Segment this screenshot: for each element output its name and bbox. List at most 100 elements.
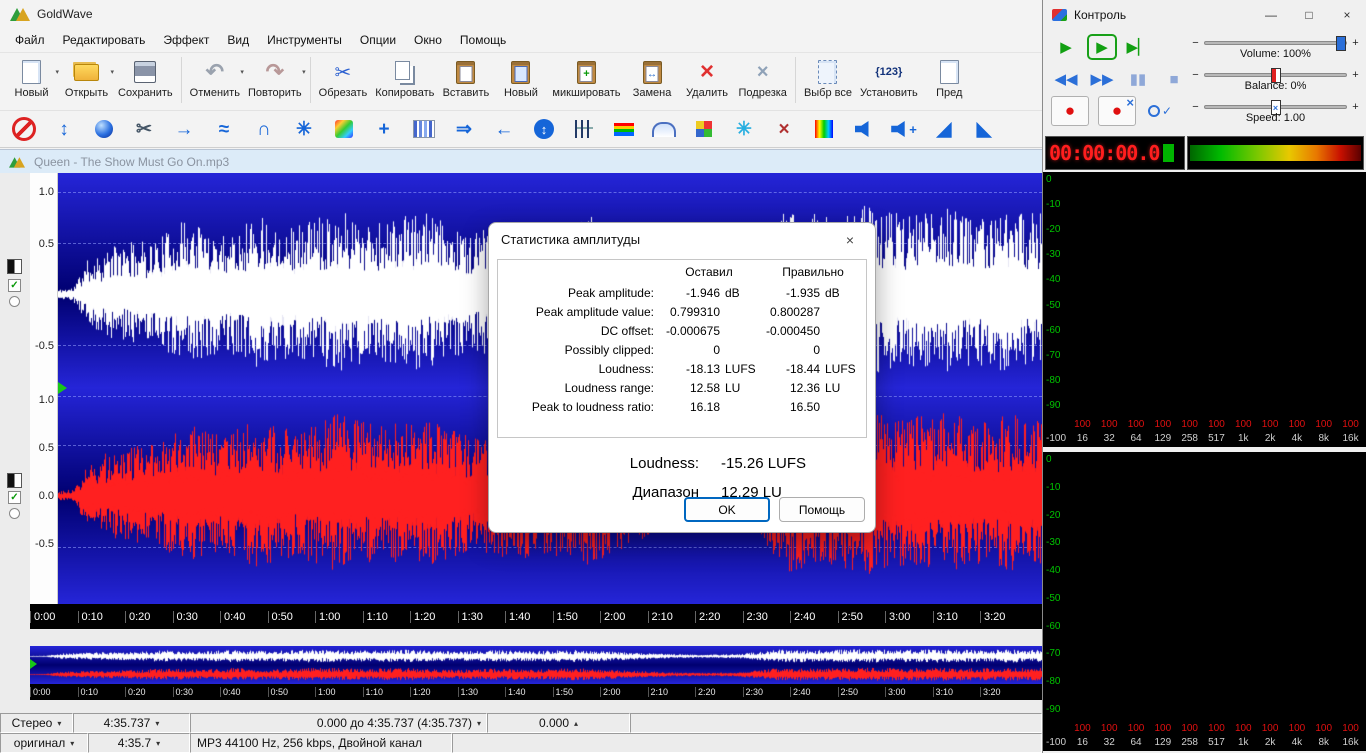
menu-item[interactable]: Инструменты bbox=[258, 30, 351, 50]
noise-reduction-icon[interactable]: × bbox=[770, 115, 798, 143]
play-button[interactable]: ▶ bbox=[1051, 34, 1081, 60]
frequency-label: 129 bbox=[1149, 737, 1176, 748]
amplitude-statistics-dialog: Статистика амплитуды × Оставил Правильно… bbox=[488, 222, 876, 533]
dynamics-sphere-icon[interactable] bbox=[90, 115, 118, 143]
trim-button[interactable]: ✂ Обрезать bbox=[315, 56, 372, 100]
new-button[interactable]: ▾ Новый bbox=[4, 56, 59, 100]
flanger-arc-icon[interactable]: ∩ bbox=[250, 115, 278, 143]
rewind-button[interactable]: ◀◀ bbox=[1051, 66, 1081, 92]
shape-corner-icon[interactable]: ◣ bbox=[970, 115, 998, 143]
overview-strip[interactable] bbox=[30, 646, 1042, 684]
doppler-updown-icon[interactable]: ↕ bbox=[50, 115, 78, 143]
selection-display[interactable]: 0.000 до 4:35.737 (4:35.737)▾ bbox=[190, 713, 487, 733]
spectrum-square-icon[interactable] bbox=[810, 115, 838, 143]
select-all-button[interactable]: Выбр все bbox=[800, 56, 856, 100]
replace-button[interactable]: Замена bbox=[625, 56, 680, 100]
volume-track[interactable] bbox=[1204, 41, 1347, 45]
left-channel-radio[interactable] bbox=[9, 296, 20, 307]
minimize-icon[interactable]: — bbox=[1252, 0, 1290, 30]
close-icon[interactable]: × bbox=[1328, 0, 1366, 30]
playback-position-marker[interactable] bbox=[58, 382, 67, 394]
playback-rate-icon[interactable]: ↕ bbox=[530, 115, 558, 143]
marker-scissors-icon[interactable]: ✂ bbox=[130, 115, 158, 143]
volume-slider[interactable]: − + Volume: 100% bbox=[1189, 30, 1362, 62]
time-label: 2:40 bbox=[790, 611, 838, 623]
pause-button[interactable]: ▮▮ bbox=[1123, 66, 1153, 92]
fast-forward-button[interactable]: ▶▶ bbox=[1087, 66, 1117, 92]
menu-item[interactable]: Окно bbox=[405, 30, 451, 50]
left-channel-indicator[interactable] bbox=[7, 259, 22, 274]
left-channel-checkbox[interactable]: ✓ bbox=[8, 279, 21, 292]
match-volume-icon[interactable] bbox=[890, 115, 918, 143]
close-icon[interactable]: × bbox=[835, 229, 865, 251]
pitch-arrow-icon[interactable]: ⇒ bbox=[450, 115, 478, 143]
menu-item[interactable]: Эффект bbox=[154, 30, 218, 50]
right-channel-checkbox[interactable]: ✓ bbox=[8, 491, 21, 504]
paste-mix-button[interactable]: микшировать bbox=[548, 56, 624, 100]
record-new-button[interactable]: ● bbox=[1098, 96, 1136, 126]
reverse-arrow-icon[interactable]: ← bbox=[490, 115, 518, 143]
paste-new-button[interactable]: Новый bbox=[493, 56, 548, 100]
toolbar-separator[interactable] bbox=[177, 56, 186, 104]
save-button[interactable]: Сохранить bbox=[114, 56, 177, 100]
maximize-icon[interactable]: □ bbox=[1290, 0, 1328, 30]
wave-shape-icon[interactable]: ≈ bbox=[210, 115, 238, 143]
length-short-display[interactable]: 4:35.7▾ bbox=[88, 733, 190, 753]
menu-item[interactable]: Помощь bbox=[451, 30, 515, 50]
expression-chart-icon[interactable] bbox=[410, 115, 438, 143]
right-channel-radio[interactable] bbox=[9, 508, 20, 519]
quality-select[interactable]: оригинал▾ bbox=[0, 733, 88, 753]
mechanize-star-icon[interactable]: ✳ bbox=[290, 115, 318, 143]
help-button[interactable]: Помощь bbox=[779, 497, 865, 522]
smoother-star-icon[interactable]: ✳ bbox=[730, 115, 758, 143]
length-display[interactable]: 4:35.737▾ bbox=[73, 713, 190, 733]
mix-plus-icon[interactable]: + bbox=[370, 115, 398, 143]
crop-button[interactable]: × Подрезка bbox=[735, 56, 791, 100]
disable-effects-icon[interactable] bbox=[10, 115, 38, 143]
toolbar-separator[interactable] bbox=[306, 56, 315, 104]
fade-ramp-icon[interactable]: ◢ bbox=[930, 115, 958, 143]
dialog-titlebar[interactable]: Статистика амплитуды bbox=[489, 223, 875, 255]
spectrum-gradient-icon[interactable] bbox=[610, 115, 638, 143]
play-selection-button[interactable]: ▶ bbox=[1087, 34, 1117, 60]
menu-item[interactable]: Редактировать bbox=[54, 30, 155, 50]
document-titlebar[interactable]: Queen - The Show Must Go On.mp3 bbox=[0, 150, 1042, 173]
control-titlebar[interactable]: Контроль — □ × bbox=[1043, 0, 1366, 30]
channel-mode-select[interactable]: Стерео▾ bbox=[0, 713, 73, 733]
table-row: DC offset: -0.000675 -0.000450 bbox=[498, 321, 866, 340]
paste-button[interactable]: Вставить bbox=[438, 56, 493, 100]
menu-item[interactable]: Вид bbox=[218, 30, 258, 50]
ok-button[interactable]: OK bbox=[684, 497, 770, 522]
open-button[interactable]: ▾ Открыть bbox=[59, 56, 114, 100]
time-label: 2:30 bbox=[743, 611, 791, 623]
volume-speaker-icon[interactable] bbox=[850, 115, 878, 143]
reverb-arches-icon[interactable] bbox=[650, 115, 678, 143]
delete-button[interactable]: × Удалить bbox=[680, 56, 735, 100]
echo-gradient-icon[interactable] bbox=[330, 115, 358, 143]
time-label: 2:30 bbox=[743, 687, 791, 697]
play-all-button[interactable]: ▶▏ bbox=[1123, 34, 1153, 60]
toolbar-separator[interactable] bbox=[791, 56, 800, 104]
stop-button[interactable]: ■ bbox=[1159, 66, 1189, 92]
main-titlebar: GoldWave bbox=[0, 0, 1042, 28]
level-label: 100 bbox=[1096, 419, 1123, 430]
undo-button[interactable]: ↶ ▾ Отменить bbox=[186, 56, 244, 100]
redo-button[interactable]: ↷ ▾ Повторить bbox=[244, 56, 306, 100]
previous-button[interactable]: Пред bbox=[922, 56, 977, 100]
record-options-button[interactable]: ✓ bbox=[1145, 98, 1175, 124]
set-button[interactable]: {123} Установить bbox=[856, 56, 922, 100]
balance-slider[interactable]: − + Balance: 0% bbox=[1189, 62, 1362, 94]
record-button[interactable]: ● bbox=[1051, 96, 1089, 126]
position-display[interactable]: 0.000▴ bbox=[487, 713, 630, 733]
pixel-grid-icon[interactable] bbox=[690, 115, 718, 143]
speed-track[interactable]: × bbox=[1204, 105, 1347, 109]
right-channel-indicator[interactable] bbox=[7, 473, 22, 488]
equalizer-sliders-icon[interactable] bbox=[570, 115, 598, 143]
menu-item[interactable]: Файл bbox=[6, 30, 54, 50]
offset-arrow-icon[interactable]: → bbox=[170, 115, 198, 143]
copy-button[interactable]: Копировать bbox=[371, 56, 438, 100]
speed-slider[interactable]: − × + Speed: 1.00 bbox=[1189, 94, 1362, 126]
balance-track[interactable] bbox=[1204, 73, 1347, 77]
menu-item[interactable]: Опции bbox=[351, 30, 405, 50]
db-label: -10 bbox=[1046, 200, 1060, 210]
